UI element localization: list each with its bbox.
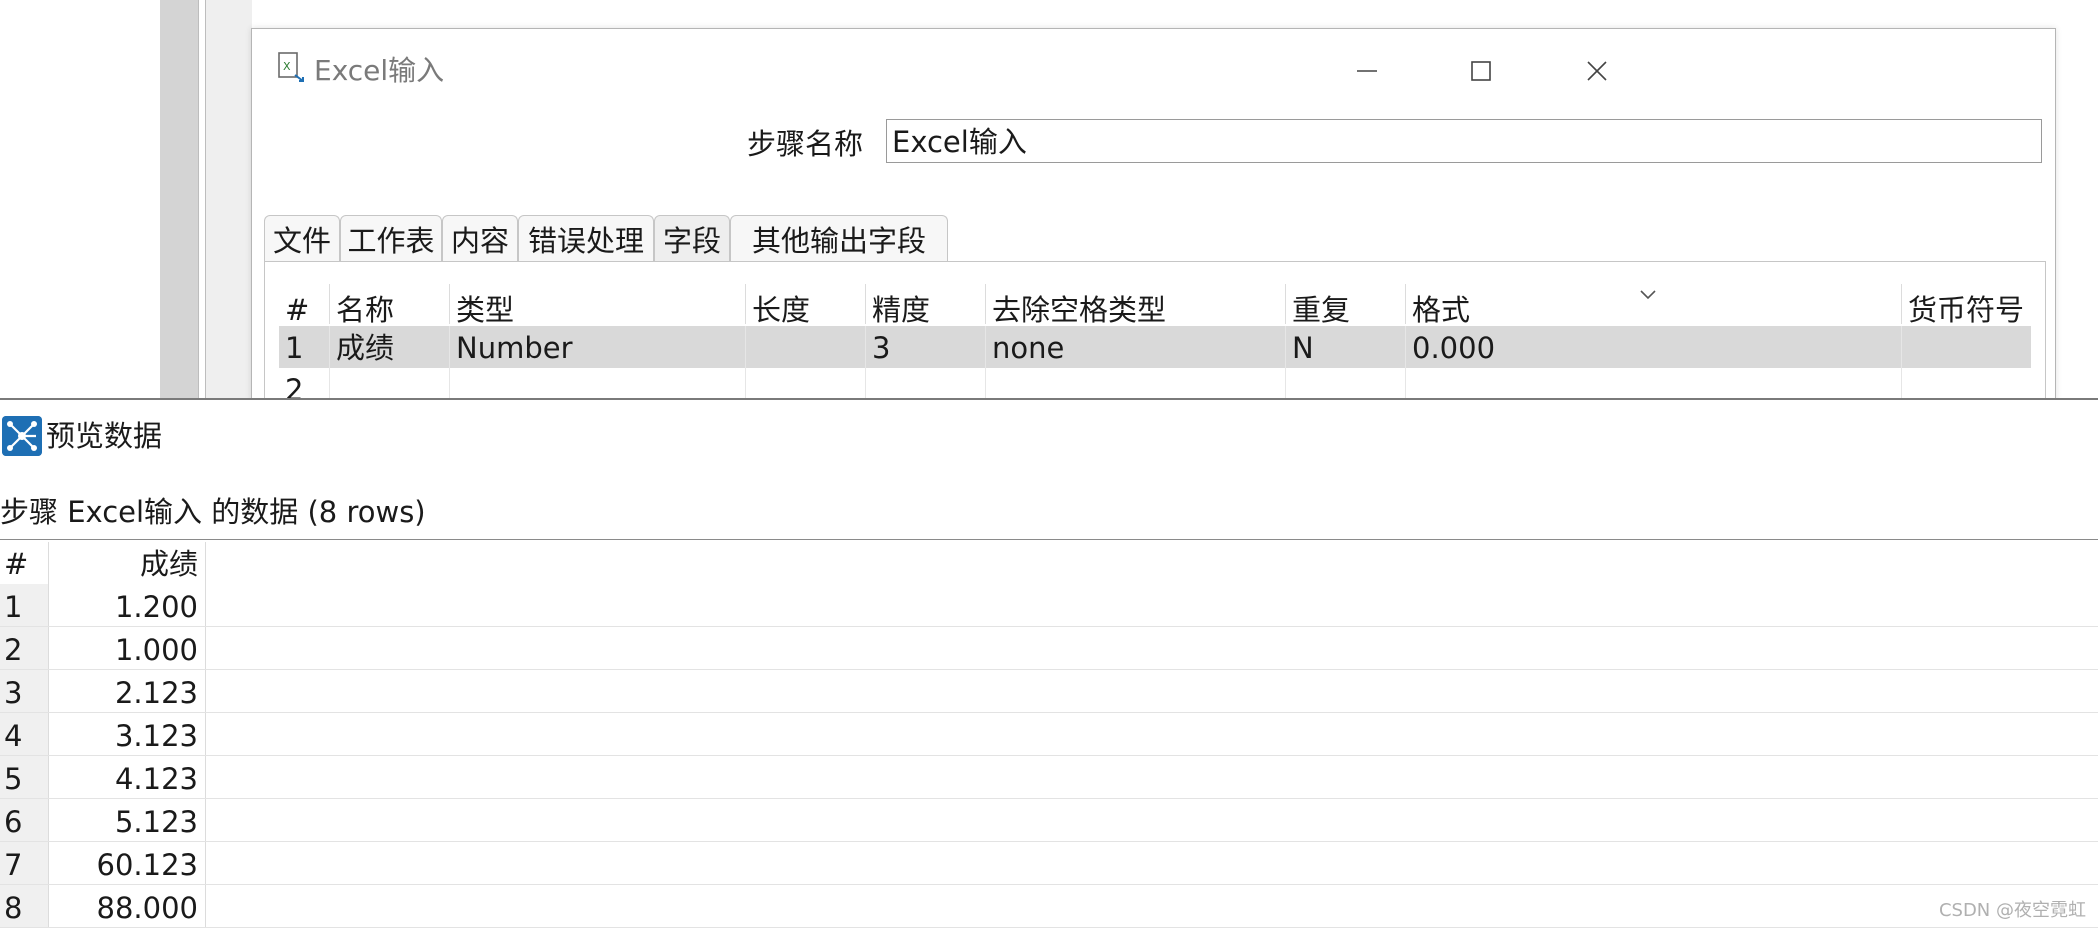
table-row[interactable]: 1 成绩 Number 3 none N 0.000 bbox=[279, 326, 2031, 368]
step-name-input[interactable]: Excel输入 bbox=[886, 119, 2042, 163]
tab-error-handling[interactable]: 错误处理 bbox=[518, 215, 654, 261]
cell-format[interactable]: 0.000 bbox=[1405, 326, 1901, 368]
tab-file[interactable]: 文件 bbox=[264, 215, 340, 261]
col-header-type[interactable]: 类型 bbox=[449, 284, 745, 327]
cell-currency[interactable] bbox=[1901, 326, 2031, 368]
tab-fields[interactable]: 字段 bbox=[654, 215, 730, 261]
preview-subtitle: 步骤 Excel输入 的数据 (8 rows) bbox=[0, 495, 426, 529]
col-header-currency[interactable]: 货币符号 bbox=[1901, 284, 2031, 327]
col-header-num: # bbox=[285, 293, 310, 327]
background-splitter[interactable] bbox=[198, 0, 206, 400]
cell-score[interactable]: 88.000 bbox=[48, 885, 198, 928]
preview-title: 预览数据 bbox=[46, 419, 163, 453]
cell-trim-type[interactable] bbox=[985, 368, 1285, 401]
cell-score[interactable]: 3.123 bbox=[48, 713, 198, 756]
cell-length[interactable] bbox=[745, 368, 865, 401]
table-row[interactable]: 2 1.000 bbox=[0, 627, 2098, 670]
tab-worksheet[interactable]: 工作表 bbox=[340, 215, 442, 261]
col-header-length[interactable]: 长度 bbox=[745, 284, 865, 327]
background-sidebar bbox=[160, 0, 198, 400]
row-num: 3 bbox=[4, 676, 23, 710]
preview-header-num: # bbox=[4, 547, 29, 581]
table-row[interactable]: 5 4.123 bbox=[0, 756, 2098, 799]
row-num: 4 bbox=[4, 719, 23, 753]
cell-repeat[interactable] bbox=[1285, 368, 1405, 401]
cell-trim-type[interactable]: none bbox=[985, 326, 1285, 368]
cell-score[interactable]: 1.200 bbox=[48, 584, 198, 627]
fields-tab-panel: # 名称 类型 长度 精度 去除空格类型 重复 格式 货币符号 1 成绩 Num… bbox=[264, 261, 2046, 402]
cell-precision[interactable]: 3 bbox=[865, 326, 985, 368]
dialog-title: Excel输入 bbox=[314, 54, 445, 87]
cell-score[interactable]: 5.123 bbox=[48, 799, 198, 842]
cell-name[interactable]: 成绩 bbox=[329, 326, 449, 368]
maximize-icon bbox=[1471, 61, 1491, 81]
cell-currency[interactable] bbox=[1901, 368, 2031, 401]
excel-input-dialog: X Excel输入 步骤名称 Excel输入 文件 工作表 内容 错误处理 字段… bbox=[251, 28, 2056, 402]
minimize-button[interactable] bbox=[1347, 51, 1387, 91]
row-num: 1 bbox=[285, 331, 304, 365]
col-header-trim-type[interactable]: 去除空格类型 bbox=[985, 284, 1285, 327]
preview-header-score[interactable]: 成绩 bbox=[48, 542, 198, 585]
row-num: 2 bbox=[4, 633, 23, 667]
watermark: CSDN @夜空霓虹 bbox=[1938, 900, 2086, 921]
maximize-button[interactable] bbox=[1461, 51, 1501, 91]
excel-file-icon: X bbox=[278, 52, 304, 82]
cell-type[interactable] bbox=[449, 368, 745, 401]
cell-precision[interactable] bbox=[865, 368, 985, 401]
svg-text:X: X bbox=[283, 60, 291, 73]
cell-score[interactable]: 4.123 bbox=[48, 756, 198, 799]
cell-score[interactable]: 2.123 bbox=[48, 670, 198, 713]
cell-format[interactable] bbox=[1405, 368, 1901, 401]
table-row[interactable]: 8 88.000 bbox=[0, 885, 2098, 928]
cell-repeat[interactable]: N bbox=[1285, 326, 1405, 368]
background-panel bbox=[206, 0, 252, 400]
row-num: 1 bbox=[4, 590, 23, 624]
table-row[interactable]: 3 2.123 bbox=[0, 670, 2098, 713]
row-num: 6 bbox=[4, 805, 23, 839]
table-row[interactable]: 1 1.200 bbox=[0, 584, 2098, 627]
row-num: 7 bbox=[4, 848, 23, 882]
divider bbox=[0, 539, 2098, 540]
cell-name[interactable] bbox=[329, 368, 449, 401]
table-row[interactable]: 6 5.123 bbox=[0, 799, 2098, 842]
row-num: 2 bbox=[285, 373, 304, 402]
row-num: 8 bbox=[4, 891, 23, 925]
table-row[interactable]: 2 bbox=[279, 368, 2031, 402]
cell-type[interactable]: Number bbox=[449, 326, 745, 368]
preview-data-window: 预览数据 步骤 Excel输入 的数据 (8 rows) # 成绩 1 1.20… bbox=[0, 398, 2098, 928]
col-header-name[interactable]: 名称 bbox=[329, 284, 449, 327]
tab-other-output-fields[interactable]: 其他输出字段 bbox=[730, 215, 948, 261]
chevron-down-icon[interactable] bbox=[1639, 288, 1657, 302]
preview-network-icon bbox=[2, 416, 42, 456]
row-num: 5 bbox=[4, 762, 23, 796]
cell-score[interactable]: 60.123 bbox=[48, 842, 198, 885]
table-row[interactable]: 4 3.123 bbox=[0, 713, 2098, 756]
step-name-label: 步骤名称 bbox=[747, 127, 864, 161]
tab-content[interactable]: 内容 bbox=[442, 215, 518, 261]
close-button[interactable] bbox=[1577, 51, 1617, 91]
col-header-repeat[interactable]: 重复 bbox=[1285, 284, 1405, 327]
close-icon bbox=[1587, 61, 1607, 81]
cell-length[interactable] bbox=[745, 326, 865, 368]
col-header-precision[interactable]: 精度 bbox=[865, 284, 985, 327]
fields-grid-header: # 名称 类型 长度 精度 去除空格类型 重复 格式 货币符号 bbox=[279, 284, 2031, 327]
table-row[interactable]: 7 60.123 bbox=[0, 842, 2098, 885]
minimize-icon bbox=[1357, 70, 1377, 72]
cell-score[interactable]: 1.000 bbox=[48, 627, 198, 670]
preview-table-header: # 成绩 bbox=[0, 542, 2098, 584]
